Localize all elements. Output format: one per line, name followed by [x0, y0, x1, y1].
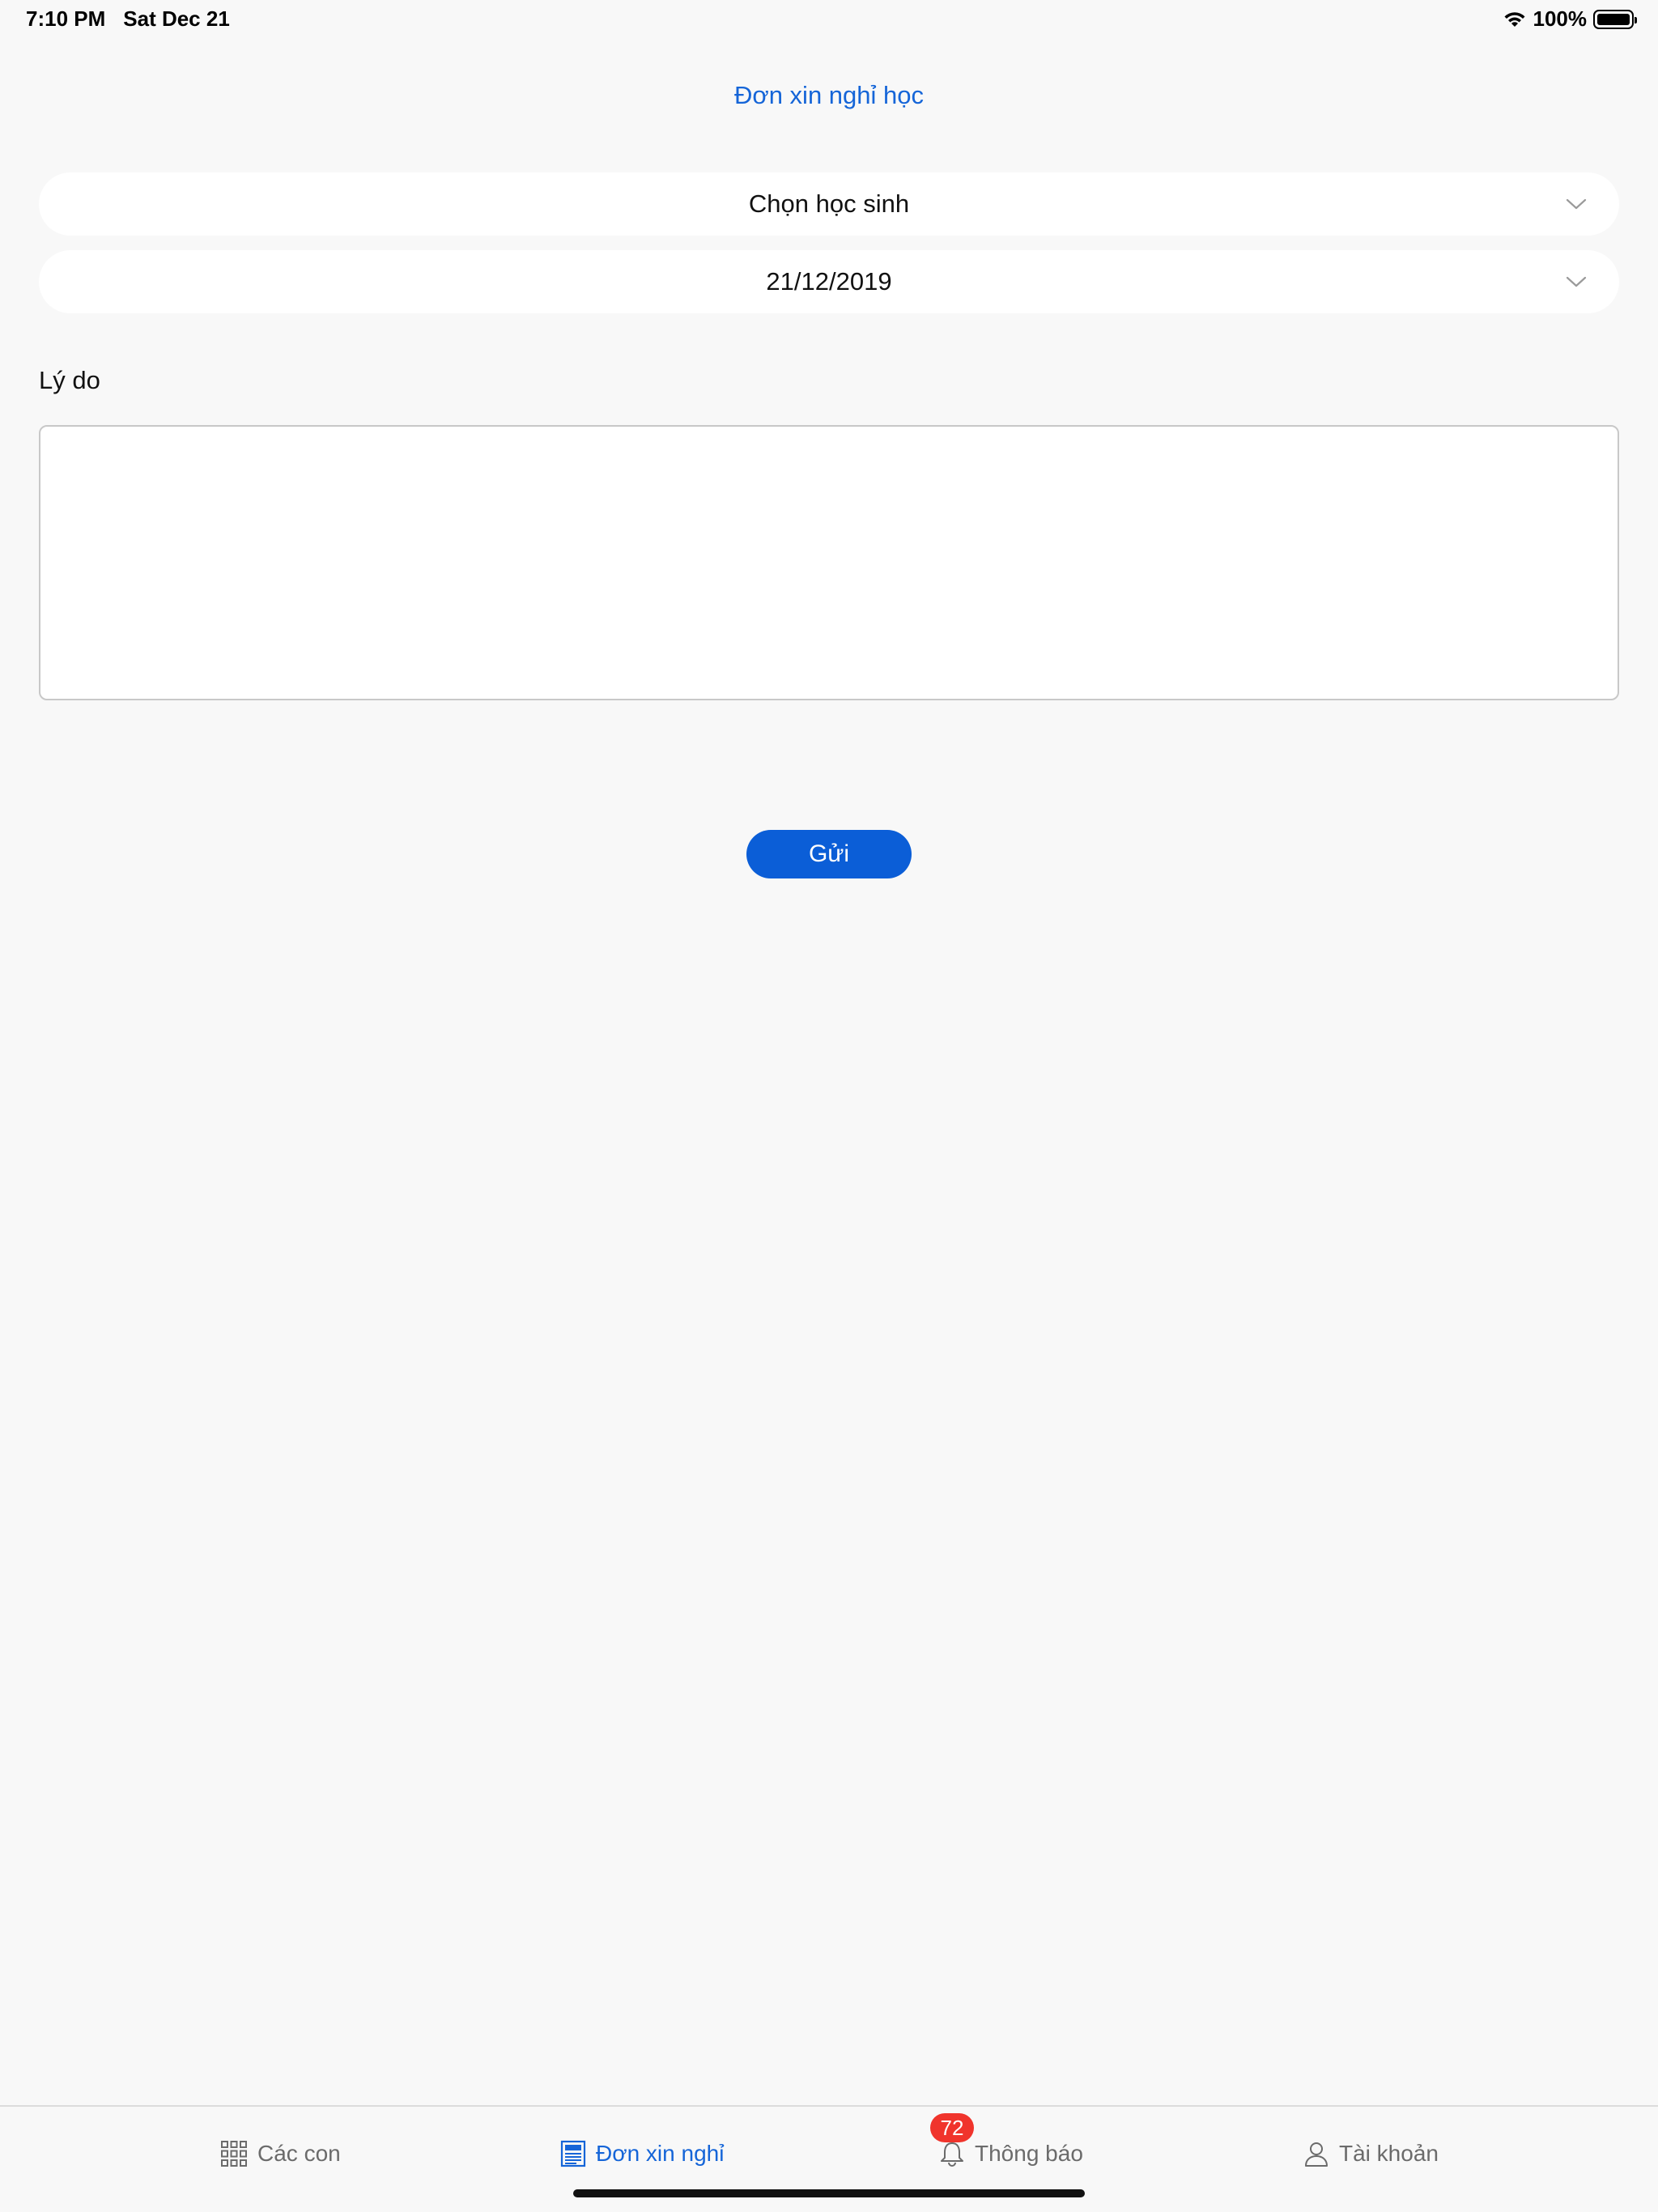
student-select[interactable]: Chọn học sinh: [39, 172, 1619, 236]
battery-icon: [1593, 9, 1637, 29]
tab-cac-con[interactable]: Các con: [220, 2136, 341, 2172]
date-select-value: 21/12/2019: [766, 267, 892, 296]
chevron-down-icon: [1566, 276, 1587, 287]
reason-label: Lý do: [39, 366, 100, 394]
status-right: 100%: [1503, 6, 1637, 32]
tab-thong-bao-label: Thông báo: [975, 2141, 1083, 2166]
bell-icon: [939, 2140, 965, 2167]
reason-textarea[interactable]: [39, 425, 1619, 700]
document-icon: [560, 2140, 586, 2167]
battery-percent: 100%: [1533, 6, 1588, 31]
tab-don-xin-nghi[interactable]: Đơn xin nghỉ: [560, 2136, 724, 2172]
student-select-value: Chọn học sinh: [748, 189, 910, 218]
tab-don-xin-nghi-label: Đơn xin nghỉ: [596, 2141, 725, 2166]
status-time: 7:10 PM: [26, 6, 106, 31]
tab-tai-khoan-label: Tài khoản: [1339, 2141, 1439, 2166]
wifi-icon: [1503, 11, 1527, 28]
grid-icon: [220, 2140, 248, 2167]
date-select[interactable]: 21/12/2019: [39, 250, 1619, 313]
status-bar: 7:10 PM Sat Dec 21 100%: [0, 0, 1658, 39]
chevron-down-icon: [1566, 198, 1587, 210]
tab-tai-khoan[interactable]: Tài khoản: [1303, 2136, 1439, 2172]
status-left: 7:10 PM Sat Dec 21: [26, 6, 230, 32]
status-date: Sat Dec 21: [123, 6, 230, 31]
notification-badge: 72: [930, 2113, 974, 2142]
person-icon: [1303, 2140, 1329, 2167]
tab-cac-con-label: Các con: [257, 2141, 341, 2166]
home-indicator[interactable]: [573, 2189, 1085, 2197]
submit-button[interactable]: Gửi: [746, 830, 912, 878]
page-title: Đơn xin nghỉ học: [733, 81, 924, 109]
